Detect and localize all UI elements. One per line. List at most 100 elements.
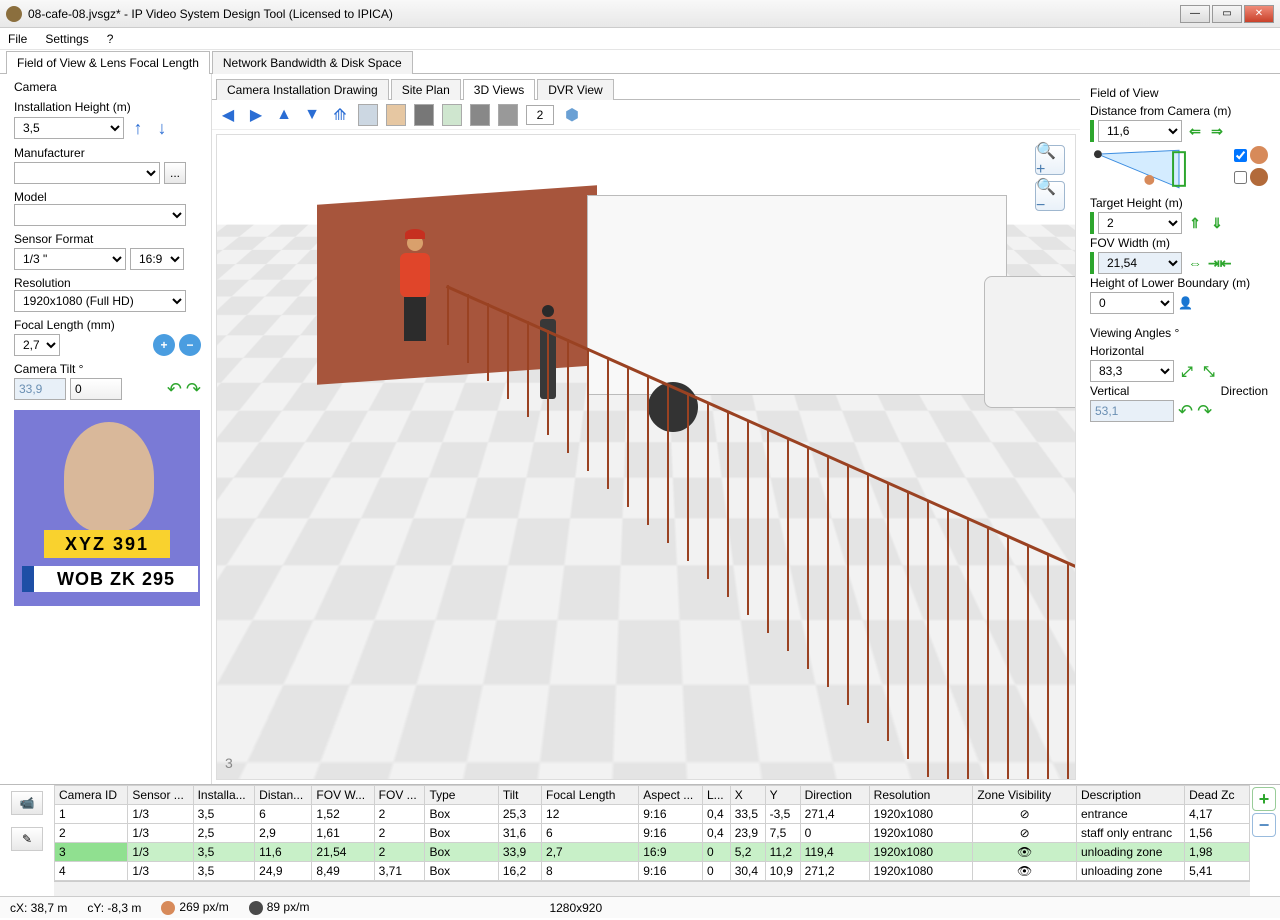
focal-minus-button[interactable]: − bbox=[179, 334, 201, 356]
zoom-in-button[interactable]: 🔍+ bbox=[1035, 145, 1065, 175]
manufacturer-browse-button[interactable]: ... bbox=[164, 162, 186, 184]
col-header[interactable]: Aspect ... bbox=[639, 786, 703, 805]
tab-dvr-view[interactable]: DVR View bbox=[537, 79, 613, 100]
col-header[interactable]: Focal Length bbox=[542, 786, 639, 805]
person2-checkbox[interactable] bbox=[1234, 171, 1247, 184]
col-header[interactable]: Sensor ... bbox=[128, 786, 193, 805]
col-header[interactable]: Description bbox=[1076, 786, 1184, 805]
tab-installation-drawing[interactable]: Camera Installation Drawing bbox=[216, 79, 389, 100]
nav-right-icon[interactable]: ▶ bbox=[246, 105, 266, 125]
width-out-icon[interactable]: ⇔ bbox=[1186, 255, 1204, 271]
close-button[interactable]: ✕ bbox=[1244, 5, 1274, 23]
col-header[interactable]: Camera ID bbox=[55, 786, 128, 805]
tab-network[interactable]: Network Bandwidth & Disk Space bbox=[212, 51, 413, 74]
tilt-input[interactable] bbox=[70, 378, 122, 400]
viewport-3d[interactable]: 🔍+ 🔍− 3 bbox=[216, 134, 1076, 780]
col-header[interactable]: Zone Visibility bbox=[973, 786, 1077, 805]
thumb-person1-icon[interactable] bbox=[386, 104, 406, 126]
thumb-person3-icon[interactable] bbox=[442, 104, 462, 126]
person1-checkbox[interactable] bbox=[1234, 149, 1247, 162]
camera-table[interactable]: Camera IDSensor ...Installa...Distan...F… bbox=[54, 785, 1250, 881]
install-height-select[interactable]: 3,5 bbox=[14, 117, 124, 139]
aspect-select[interactable]: 16:9 bbox=[130, 248, 184, 270]
horizontal-select[interactable]: 83,3 bbox=[1090, 360, 1174, 382]
height-down-icon[interactable]: ↓ bbox=[152, 116, 172, 140]
col-header[interactable]: Tilt bbox=[498, 786, 541, 805]
menu-help[interactable]: ? bbox=[107, 32, 114, 46]
thumb-scene-icon[interactable] bbox=[358, 104, 378, 126]
tool-camera-icon[interactable]: 📹 bbox=[11, 791, 43, 815]
focal-plus-button[interactable]: + bbox=[153, 334, 175, 356]
width-in-icon[interactable]: ⇥⇤ bbox=[1208, 255, 1226, 272]
table-cell: 2,7 bbox=[542, 843, 639, 862]
status-person2-icon bbox=[249, 901, 263, 915]
menu-settings[interactable]: Settings bbox=[45, 32, 88, 46]
nav-left-icon[interactable]: ◀ bbox=[218, 105, 238, 125]
height-up-icon[interactable]: ↑ bbox=[128, 116, 148, 140]
angle-expand-icon[interactable]: ⤢ bbox=[1178, 363, 1196, 380]
target-up-icon[interactable]: ⇑ bbox=[1186, 215, 1204, 232]
tool-extra-icon[interactable]: ⬢ bbox=[562, 105, 582, 125]
tool-measure-icon[interactable]: ✎ bbox=[11, 827, 43, 851]
col-header[interactable]: L... bbox=[702, 786, 730, 805]
fov-width-select[interactable]: 21,54 bbox=[1098, 252, 1182, 274]
target-height-select[interactable]: 2 bbox=[1098, 212, 1182, 234]
focal-select[interactable]: 2,7 bbox=[14, 334, 60, 356]
manufacturer-label: Manufacturer bbox=[14, 146, 201, 160]
minimize-button[interactable]: — bbox=[1180, 5, 1210, 23]
nav-up-icon[interactable]: ▲ bbox=[274, 106, 294, 124]
model-label: Model bbox=[14, 190, 201, 204]
angle-collapse-icon[interactable]: ⤡ bbox=[1200, 363, 1218, 380]
target-down-icon[interactable]: ⇓ bbox=[1208, 215, 1226, 232]
nav-down-icon[interactable]: ▼ bbox=[302, 106, 322, 124]
model-select[interactable] bbox=[14, 204, 186, 226]
distance-right-icon[interactable]: ⇒ bbox=[1208, 123, 1226, 140]
table-remove-button[interactable]: − bbox=[1252, 813, 1276, 837]
col-header[interactable]: Y bbox=[765, 786, 800, 805]
col-header[interactable]: Direction bbox=[800, 786, 869, 805]
tab-3d-views[interactable]: 3D Views bbox=[463, 79, 535, 100]
table-horizontal-scrollbar[interactable] bbox=[54, 881, 1250, 896]
direction-ccw-icon[interactable]: ↶ bbox=[1178, 401, 1193, 422]
status-bar: cX: 38,7 m cY: -8,3 m 269 px/m 89 px/m 1… bbox=[0, 896, 1280, 918]
table-cell: 6 bbox=[255, 805, 312, 824]
table-row[interactable]: 41/33,524,98,493,71Box16,289:16030,410,9… bbox=[55, 862, 1250, 881]
col-header[interactable]: FOV W... bbox=[312, 786, 374, 805]
table-add-button[interactable]: + bbox=[1252, 787, 1276, 811]
resolution-select[interactable]: 1920x1080 (Full HD) bbox=[14, 290, 186, 312]
table-row[interactable]: 11/33,561,522Box25,3129:160,433,5-3,5271… bbox=[55, 805, 1250, 824]
col-header[interactable]: Installa... bbox=[193, 786, 255, 805]
tilt-reset-ccw-icon[interactable]: ↶ bbox=[167, 379, 182, 400]
thumb-person5-icon[interactable] bbox=[498, 104, 518, 126]
table-cell: unloading zone bbox=[1076, 843, 1184, 862]
col-header[interactable]: Distan... bbox=[255, 786, 312, 805]
table-cell: 3,71 bbox=[374, 862, 425, 881]
col-header[interactable]: Resolution bbox=[869, 786, 973, 805]
thumb-person2-icon[interactable] bbox=[414, 104, 434, 126]
col-header[interactable]: Type bbox=[425, 786, 498, 805]
maximize-button[interactable]: ▭ bbox=[1212, 5, 1242, 23]
direction-cw-icon[interactable]: ↷ bbox=[1197, 401, 1212, 422]
figure-person-red bbox=[397, 235, 433, 345]
col-header[interactable]: X bbox=[730, 786, 765, 805]
table-cell: 271,4 bbox=[800, 805, 869, 824]
manufacturer-select[interactable] bbox=[14, 162, 160, 184]
nav-home-icon[interactable]: ⟰ bbox=[330, 105, 350, 125]
thumb-person4-icon[interactable] bbox=[470, 104, 490, 126]
camera-heading: Camera bbox=[14, 80, 201, 94]
lower-boundary-select[interactable]: 0 bbox=[1090, 292, 1174, 314]
menu-file[interactable]: File bbox=[8, 32, 27, 46]
distance-select[interactable]: 11,6 bbox=[1098, 120, 1182, 142]
tab-site-plan[interactable]: Site Plan bbox=[391, 79, 461, 100]
sensor-select[interactable]: 1/3 " bbox=[14, 248, 126, 270]
table-row[interactable]: 31/33,511,621,542Box33,92,716:905,211,21… bbox=[55, 843, 1250, 862]
distance-left-icon[interactable]: ⇐ bbox=[1186, 123, 1204, 140]
tab-fov-lens[interactable]: Field of View & Lens Focal Length bbox=[6, 51, 210, 74]
col-header[interactable]: FOV ... bbox=[374, 786, 425, 805]
table-cell: 12 bbox=[542, 805, 639, 824]
person-count-spin[interactable] bbox=[526, 105, 554, 125]
table-row[interactable]: 21/32,52,91,612Box31,669:160,423,97,5019… bbox=[55, 824, 1250, 843]
tilt-reset-cw-icon[interactable]: ↷ bbox=[186, 379, 201, 400]
zoom-out-button[interactable]: 🔍− bbox=[1035, 181, 1065, 211]
col-header[interactable]: Dead Zc bbox=[1185, 786, 1250, 805]
